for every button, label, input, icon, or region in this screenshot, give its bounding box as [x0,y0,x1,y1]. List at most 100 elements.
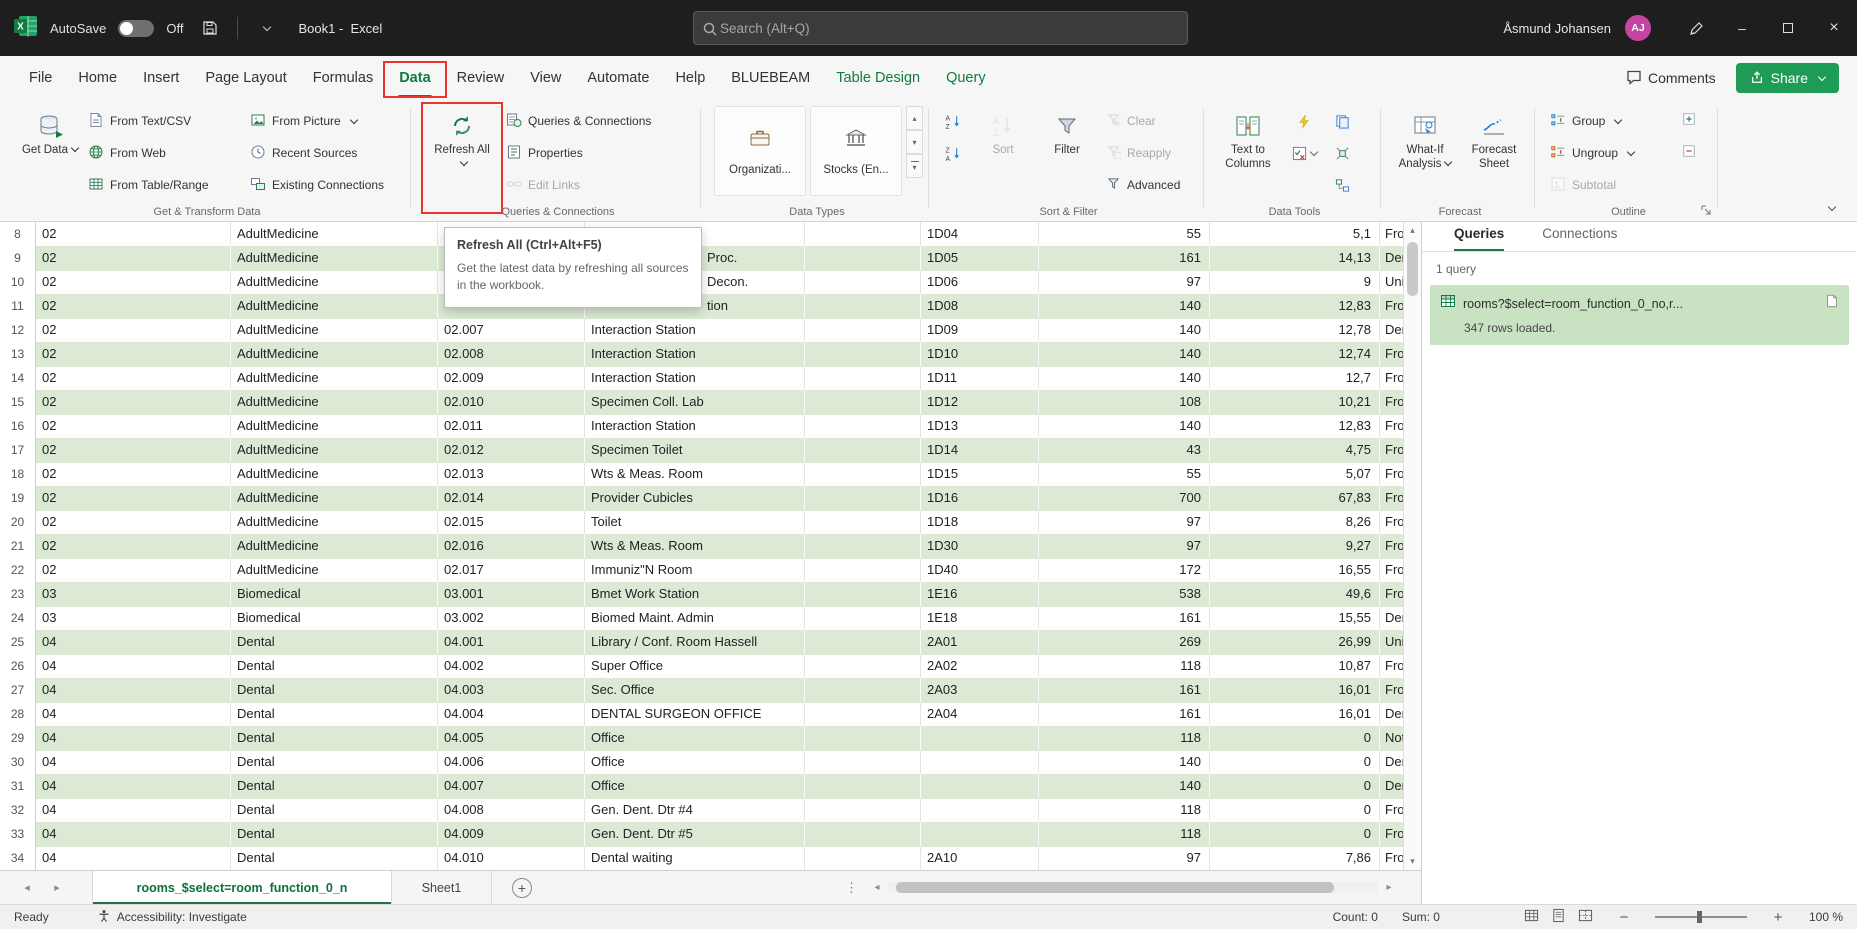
cell[interactable]: 02 [36,366,231,391]
cell[interactable]: Deriv [1380,702,1403,727]
consolidate-icon[interactable] [1329,140,1355,166]
cell[interactable]: 02 [36,246,231,271]
cell[interactable]: Biomedical [231,606,438,631]
cell[interactable]: AdultMedicine [231,510,438,535]
cell[interactable]: AdultMedicine [231,438,438,463]
cell[interactable]: Sec. Office [585,678,805,703]
cell[interactable]: 0 [1210,822,1380,847]
cell[interactable]: 9 [1210,270,1380,295]
subtotal-button[interactable]: Σ Subtotal [1546,172,1620,198]
cell[interactable]: Dental [231,678,438,703]
ribbon-tab-review[interactable]: Review [444,56,518,100]
ribbon-tab-insert[interactable]: Insert [130,56,192,100]
cell[interactable]: Uniq [1380,270,1403,295]
cell[interactable]: 02.011 [438,414,585,439]
cell[interactable]: 118 [1039,798,1210,823]
cell[interactable]: 0 [1210,774,1380,799]
row-header[interactable]: 27 [0,678,36,703]
ribbon-tab-automate[interactable]: Automate [574,56,662,100]
row-header[interactable]: 30 [0,750,36,775]
row-header[interactable]: 32 [0,798,36,823]
cell[interactable] [805,726,921,751]
cell[interactable]: 140 [1039,318,1210,343]
row-header[interactable]: 31 [0,774,36,799]
sort-z-to-a-icon[interactable]: ZA [940,140,966,166]
cell[interactable]: 02 [36,534,231,559]
search-input[interactable]: Search (Alt+Q) [693,11,1188,45]
cell[interactable]: 15,55 [1210,606,1380,631]
cell[interactable] [805,678,921,703]
scroll-up-icon[interactable]: ▴ [1404,222,1421,239]
cell[interactable]: 03.001 [438,582,585,607]
cell[interactable]: 02.017 [438,558,585,583]
cell[interactable] [805,318,921,343]
cell[interactable]: 1D15 [921,462,1039,487]
gallery-down-icon[interactable]: ▾ [906,130,923,154]
cell[interactable]: Wts & Meas. Room [585,462,805,487]
ribbon-tab-help[interactable]: Help [662,56,718,100]
row-header[interactable]: 8 [0,222,36,247]
cell[interactable]: 02 [36,486,231,511]
cell[interactable]: 02 [36,462,231,487]
cell[interactable]: 1D08 [921,294,1039,319]
cell[interactable]: 1D10 [921,342,1039,367]
cell[interactable]: From [1380,534,1403,559]
zoom-out-button[interactable]: − [1617,909,1631,926]
avatar[interactable]: AJ [1625,15,1651,41]
cell[interactable]: From [1380,510,1403,535]
cell[interactable]: 1D11 [921,366,1039,391]
cell[interactable]: 04 [36,630,231,655]
row-header[interactable]: 28 [0,702,36,727]
hide-detail-icon[interactable] [1678,140,1700,162]
from-text-csv-button[interactable]: From Text/CSV [84,108,195,134]
cell[interactable]: 161 [1039,702,1210,727]
cell[interactable]: 02 [36,222,231,247]
cell[interactable]: 538 [1039,582,1210,607]
cell[interactable]: Deriv [1380,318,1403,343]
cell[interactable]: Deriv [1380,750,1403,775]
row-header[interactable]: 33 [0,822,36,847]
cell[interactable]: Dental [231,630,438,655]
cell[interactable]: Interaction Station [585,414,805,439]
cell[interactable]: Dental [231,846,438,870]
cell[interactable] [921,774,1039,799]
cell[interactable]: Library / Conf. Room Hassell [585,630,805,655]
data-type-organization[interactable]: Organizati... [714,106,806,196]
cell[interactable]: 04.003 [438,678,585,703]
relationships-icon[interactable] [1329,172,1355,198]
sheet-nav-left-icon[interactable]: ◂ [14,871,40,904]
row-header[interactable]: 13 [0,342,36,367]
cell[interactable]: 04.004 [438,702,585,727]
ribbon-tab-page-layout[interactable]: Page Layout [192,56,299,100]
cell[interactable]: 2A04 [921,702,1039,727]
row-header[interactable]: 23 [0,582,36,607]
cell[interactable]: 1D12 [921,390,1039,415]
cell[interactable]: AdultMedicine [231,366,438,391]
cell[interactable]: 04 [36,774,231,799]
cell[interactable]: 04.008 [438,798,585,823]
cell[interactable]: AdultMedicine [231,342,438,367]
show-detail-icon[interactable] [1678,108,1700,130]
from-web-button[interactable]: From Web [84,140,170,166]
scroll-down-icon[interactable]: ▾ [1404,853,1421,870]
spreadsheet-grid[interactable]: 802AdultMedicine1D04555,1From902AdultMed… [0,222,1403,870]
cell[interactable]: Dental [231,798,438,823]
user-name[interactable]: Åsmund Johansen [1503,21,1611,36]
ribbon-tab-formulas[interactable]: Formulas [300,56,386,100]
cell[interactable]: 1D05 [921,246,1039,271]
row-header[interactable]: 9 [0,246,36,271]
cell[interactable]: 02.008 [438,342,585,367]
ungroup-button[interactable]: Ungroup [1546,140,1638,166]
cell[interactable]: 14,13 [1210,246,1380,271]
cell[interactable]: 12,74 [1210,342,1380,367]
cell[interactable]: Provider Cubicles [585,486,805,511]
cell[interactable]: Bmet Work Station [585,582,805,607]
row-header[interactable]: 10 [0,270,36,295]
cell[interactable]: From [1380,366,1403,391]
cell[interactable]: 02 [36,438,231,463]
existing-connections-button[interactable]: Existing Connections [246,172,388,198]
cell[interactable]: 2A10 [921,846,1039,870]
cell[interactable]: 04 [36,798,231,823]
cell[interactable]: 2A03 [921,678,1039,703]
cell[interactable]: 02 [36,558,231,583]
